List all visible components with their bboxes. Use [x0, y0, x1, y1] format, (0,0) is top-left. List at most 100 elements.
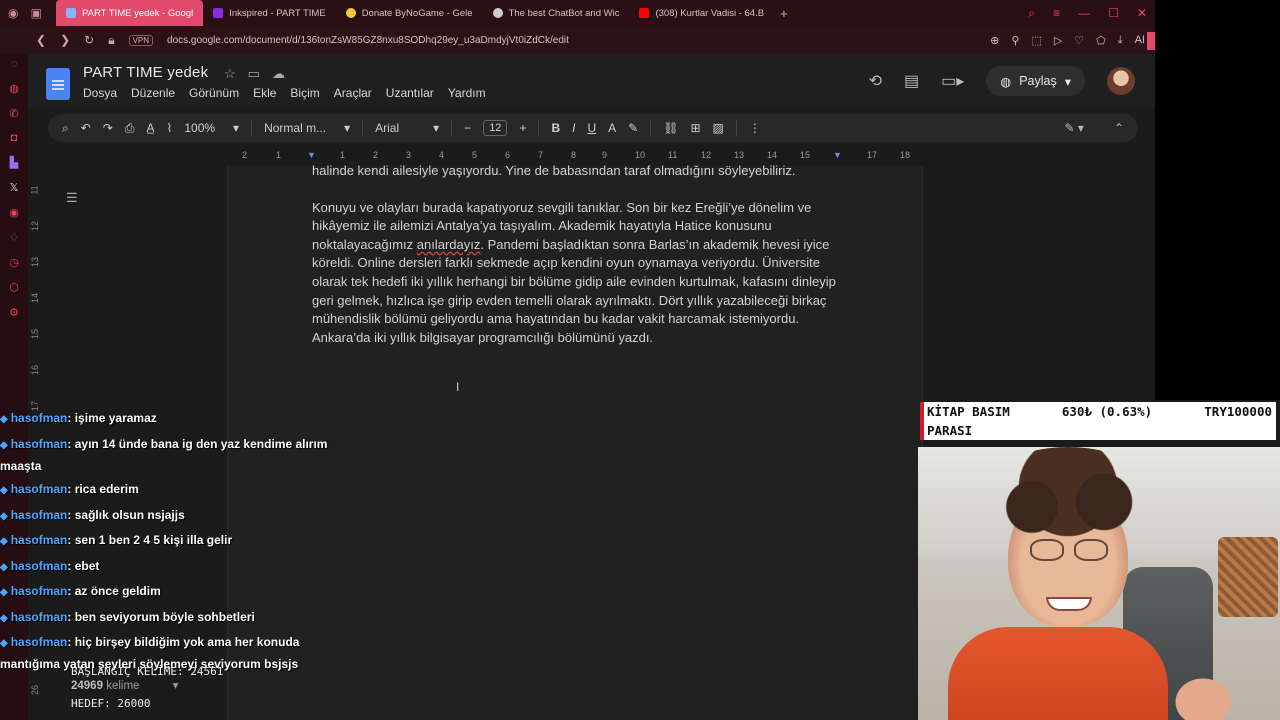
close-button[interactable]: ✕ — [1137, 6, 1147, 21]
player-icon[interactable]: ◉ — [9, 206, 19, 219]
download-icon[interactable]: ⤓ — [1118, 34, 1123, 47]
paint-format-icon[interactable]: ⌇ — [166, 121, 172, 135]
reload-icon[interactable]: ↻ — [84, 33, 94, 47]
twitch-icon[interactable]: ▙ — [10, 156, 18, 169]
ruler-tick: 1 — [276, 150, 282, 160]
search-icon[interactable]: ⌕ — [1028, 6, 1035, 21]
x-icon[interactable]: 𝕏 — [10, 181, 19, 194]
print-icon[interactable]: ⎙ — [125, 121, 135, 136]
menu-item-uzantilar[interactable]: Uzantılar — [386, 86, 434, 100]
new-tab-button[interactable]: + — [774, 6, 794, 21]
word-count-widget[interactable]: 24969 kelime ▾ — [71, 678, 178, 692]
avatar[interactable] — [1107, 67, 1135, 95]
menu-item-dosya[interactable]: Dosya — [83, 86, 117, 100]
more-icon[interactable]: ⋮ — [749, 121, 761, 135]
divider — [735, 120, 737, 136]
style-select[interactable]: Normal m... ▾ — [264, 121, 350, 135]
menu-item-yardim[interactable]: Yardım — [448, 86, 486, 100]
scrollbar-tab[interactable] — [1147, 32, 1155, 50]
vpn-badge[interactable]: VPN — [128, 34, 154, 46]
zoom-icon[interactable]: ⊕ — [990, 34, 999, 47]
decrease-font-size-icon[interactable]: − — [464, 121, 471, 135]
document-body[interactable]: halinde kendi ailesiyle yaşıyordu. Yine … — [312, 163, 842, 365]
insert-image-icon[interactable]: ▨ — [713, 121, 724, 135]
extensions-side-icon[interactable]: ⬡ — [9, 281, 19, 294]
extensions-icon[interactable]: ⬠ — [1096, 34, 1106, 47]
messenger-icon[interactable]: ◍ — [9, 82, 19, 95]
menu-item-gorunum[interactable]: Görünüm — [189, 86, 239, 100]
divider — [362, 120, 364, 136]
text-color-icon[interactable]: A — [608, 121, 616, 135]
bold-icon[interactable]: B — [551, 121, 560, 135]
star-icon[interactable]: ☆ — [224, 66, 236, 82]
url-field[interactable]: docs.google.com/document/d/136tonZsW85GZ… — [167, 35, 569, 46]
ruler-tick: 9 — [602, 150, 608, 160]
undo-icon[interactable]: ↶ — [81, 121, 91, 135]
tab-youtube[interactable]: (308) Kurtlar Vadisi - 64.B — [629, 0, 774, 26]
link-icon[interactable]: ⛓ — [663, 121, 678, 135]
tab-part-time-yedek[interactable]: PART TIME yedek - Googl — [56, 0, 204, 26]
history-icon[interactable]: ◷ — [9, 256, 19, 269]
ruler-tick: 3 — [406, 150, 412, 160]
collapse-menus-icon[interactable]: ⌃ — [1114, 121, 1124, 135]
tab-chatbot[interactable]: The best ChatBot and Wic — [483, 0, 630, 26]
aria-icon[interactable]: ◌ — [11, 58, 18, 70]
forward-icon[interactable]: ❯ — [60, 33, 70, 47]
document-title[interactable]: PART TIME yedek — [83, 64, 208, 81]
tab-bynogame[interactable]: Donate ByNoGame - Gele — [336, 0, 483, 26]
redo-icon[interactable]: ↷ — [103, 121, 113, 135]
bookmarks-icon[interactable]: ♢ — [9, 231, 19, 244]
increase-font-size-icon[interactable]: + — [519, 121, 526, 135]
add-comment-icon[interactable]: ⊞ — [690, 121, 700, 135]
italic-icon[interactable]: I — [572, 121, 575, 135]
docs-logo-icon[interactable] — [46, 68, 70, 100]
chevron-down-icon[interactable]: ▾ — [173, 680, 179, 692]
tab-label: (308) Kurtlar Vadisi - 64.B — [655, 7, 765, 19]
opera-menu-icon[interactable]: ◉ — [8, 6, 18, 20]
spellcheck-icon[interactable]: A̲ — [146, 121, 154, 135]
share-button[interactable]: ◍ Paylaş ▾ — [986, 66, 1085, 96]
webcam-basket — [1218, 537, 1278, 617]
play-icon[interactable]: ▷ — [1054, 34, 1062, 47]
menu-item-ekle[interactable]: Ekle — [253, 86, 276, 100]
right-panel — [1155, 0, 1280, 400]
donation-row: KİTAP BASIM 630₺ (0.63%) TRY100000 — [927, 402, 1272, 421]
tab-list-icon[interactable]: ▣ — [30, 6, 41, 20]
maximize-button[interactable]: ☐ — [1108, 6, 1119, 21]
divider — [538, 120, 540, 136]
document-outline-icon[interactable]: ☰ — [66, 190, 78, 206]
pin-icon[interactable]: ⚲ — [1011, 34, 1019, 47]
spelling-flag[interactable]: anılardayız — [417, 237, 481, 252]
move-folder-icon[interactable]: ▭ — [248, 66, 260, 82]
menu-item-araclar[interactable]: Araçlar — [334, 86, 372, 100]
ai-icon[interactable]: AI — [1135, 34, 1145, 47]
easy-setup-icon[interactable]: ≡ — [1053, 6, 1060, 21]
zoom-select[interactable]: 100% ▾ — [184, 121, 239, 135]
editing-mode-icon[interactable]: ✎ ▾ — [1065, 121, 1084, 135]
right-indent-marker[interactable]: ▼ — [833, 150, 842, 160]
divider — [451, 120, 453, 136]
snapshot-icon[interactable]: ⬚ — [1031, 34, 1041, 47]
menu-item-duzenle[interactable]: Düzenle — [131, 86, 175, 100]
document-page[interactable]: halinde kendi ailesiyle yaşıyordu. Yine … — [227, 163, 923, 720]
tab-inkspired[interactable]: Inkspired - PART TIME — [203, 0, 335, 26]
minimize-button[interactable]: — — [1078, 6, 1090, 21]
highlight-icon[interactable]: ✎ — [628, 121, 638, 135]
meet-icon[interactable]: ▭▸ — [941, 71, 964, 91]
font-select[interactable]: Arial ▾ — [375, 121, 439, 135]
version-history-icon[interactable]: ⟲ — [869, 71, 882, 91]
chevron-down-icon[interactable]: ▾ — [1065, 74, 1071, 89]
search-menus-icon[interactable]: ⌕ — [62, 121, 69, 136]
ruler-tick: 5 — [472, 150, 478, 160]
instagram-icon[interactable]: ◘ — [11, 132, 18, 144]
comments-icon[interactable]: ▤ — [904, 71, 919, 91]
back-icon[interactable]: ❮ — [36, 33, 46, 47]
underline-icon[interactable]: U — [587, 121, 596, 135]
font-size-input[interactable]: 12 — [483, 120, 508, 136]
menu-item-bicim[interactable]: Biçim — [290, 86, 319, 100]
left-indent-marker[interactable]: ▼ — [307, 150, 316, 160]
cloud-icon[interactable]: ☁ — [272, 66, 285, 82]
settings-icon[interactable]: ⚙ — [9, 306, 19, 319]
heart-icon[interactable]: ♡ — [1074, 34, 1084, 47]
whatsapp-icon[interactable]: ✆ — [9, 107, 18, 120]
